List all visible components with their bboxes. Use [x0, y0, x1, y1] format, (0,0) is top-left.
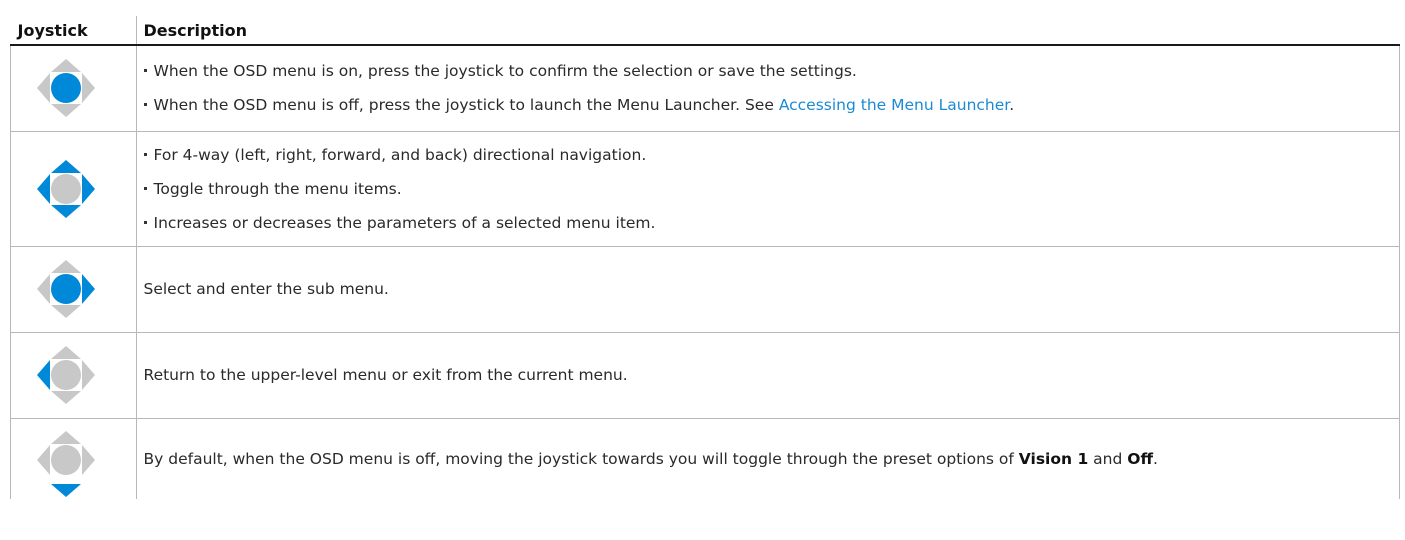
page: Joystick Description When the OSD menu i…	[0, 0, 1405, 540]
joystick-table: Joystick Description When the OSD menu i…	[10, 16, 1400, 499]
description-column-header: Description	[136, 16, 1400, 46]
table-row: By default, when the OSD menu is off, mo…	[10, 418, 1400, 499]
bullet-icon	[143, 103, 147, 107]
table-row: When the OSD menu is on, press the joyst…	[10, 45, 1400, 132]
row-text: By default, when the OSD menu is off, mo…	[144, 448, 1400, 470]
bullet-icon	[143, 186, 147, 190]
row-text-part: By default, when the OSD menu is off, mo…	[143, 449, 1019, 468]
joystick-icon-cell	[10, 246, 137, 333]
table-row: Return to the upper-level menu or exit f…	[10, 332, 1400, 419]
joystick-icon-cell	[10, 45, 137, 132]
link-suffix: .	[1009, 96, 1015, 115]
joystick-left-icon	[37, 346, 95, 404]
description-cell: Select and enter the sub menu.	[136, 246, 1400, 333]
bullet-text: For 4-way (left, right, forward, and bac…	[153, 145, 647, 164]
preset-vision-1: Vision 1	[1018, 449, 1089, 468]
joystick-press-icon	[37, 59, 95, 118]
bullet-icon	[143, 220, 147, 224]
row-text: Return to the upper-level menu or exit f…	[143, 366, 628, 384]
row-text: Select and enter the sub menu.	[143, 280, 389, 298]
joystick-4-way-icon	[37, 159, 95, 218]
description-cell: Return to the upper-level menu or exit f…	[136, 332, 1400, 419]
bullet-text: When the OSD menu is off, press the joys…	[153, 96, 779, 115]
joystick-icon-cell	[10, 418, 137, 499]
row-text-part: .	[1153, 449, 1158, 468]
table-header-row: Joystick Description	[10, 16, 1400, 46]
preset-off: Off	[1127, 449, 1153, 468]
bullet-text: Increases or decreases the parameters of…	[153, 213, 656, 232]
joystick-right-icon	[37, 260, 95, 318]
joystick-column-header: Joystick	[10, 16, 137, 46]
description-cell: By default, when the OSD menu is off, mo…	[136, 418, 1400, 499]
joystick-icon-cell	[10, 131, 137, 247]
bullet-text: Toggle through the menu items.	[153, 179, 402, 198]
table-row: Select and enter the sub menu.	[10, 246, 1400, 333]
bullet-text: When the OSD menu is on, press the joyst…	[153, 62, 857, 81]
list-item: Increases or decreases the parameters of…	[143, 206, 1400, 240]
joystick-down-icon	[37, 430, 95, 497]
list-item: When the OSD menu is on, press the joyst…	[143, 54, 1400, 88]
table-row: For 4-way (left, right, forward, and bac…	[10, 131, 1400, 247]
bullet-icon	[143, 69, 147, 73]
row-text-part: and	[1088, 449, 1128, 468]
joystick-icon-cell	[10, 332, 137, 419]
list-item: Toggle through the menu items.	[143, 172, 1400, 206]
description-cell: When the OSD menu is on, press the joyst…	[136, 45, 1400, 132]
menu-launcher-link[interactable]: Accessing the Menu Launcher	[779, 96, 1009, 114]
list-item: When the OSD menu is off, press the joys…	[143, 88, 1400, 122]
description-cell: For 4-way (left, right, forward, and bac…	[136, 131, 1400, 247]
list-item: For 4-way (left, right, forward, and bac…	[143, 138, 1400, 172]
bullet-icon	[143, 152, 147, 156]
